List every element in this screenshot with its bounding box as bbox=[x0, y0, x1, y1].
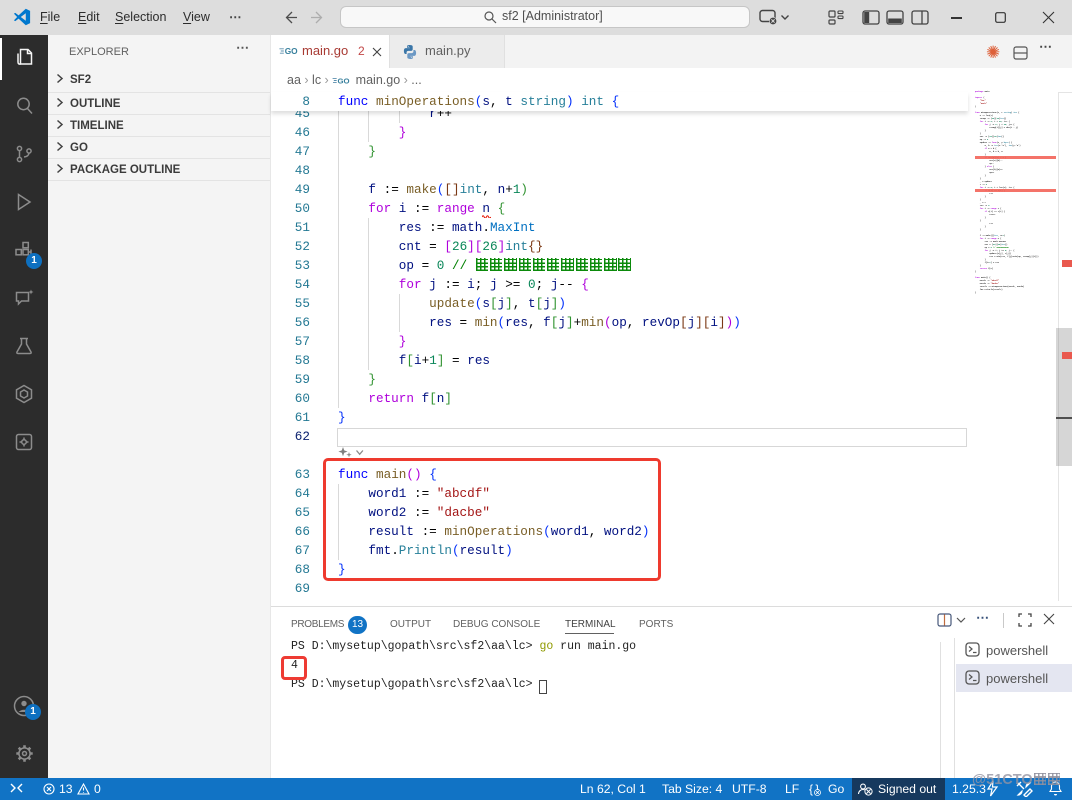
svg-text:GO: GO bbox=[285, 46, 298, 56]
svg-text:GO: GO bbox=[338, 76, 350, 85]
